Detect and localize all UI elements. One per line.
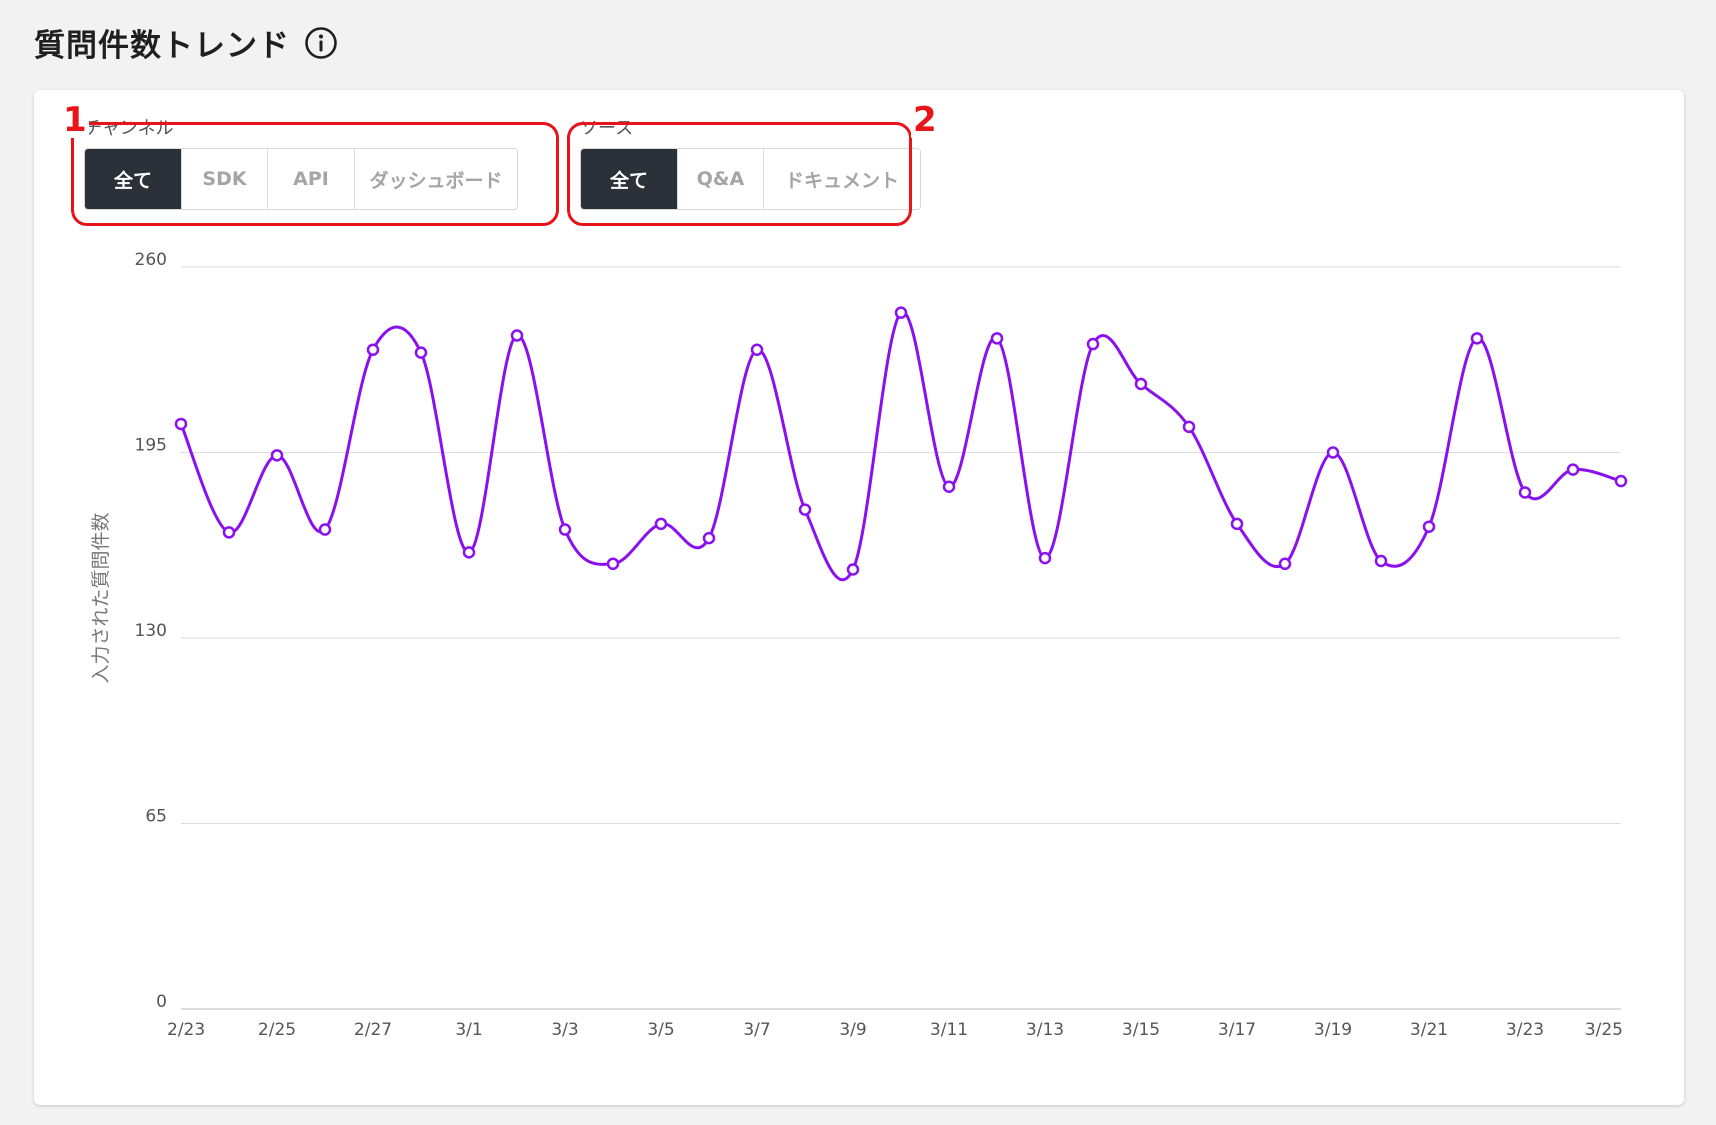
data-point <box>270 449 284 462</box>
x-tick-label: 3/5 <box>647 1020 674 1040</box>
data-point <box>1326 446 1340 459</box>
x-tick-label: 2/25 <box>258 1020 296 1040</box>
data-point <box>990 332 1004 345</box>
data-point <box>846 563 860 576</box>
data-point <box>702 531 716 545</box>
y-tick-label: 65 <box>145 807 167 827</box>
trend-line-chart: 0 65 130 195 260 2/23 2/25 2/27 3/1 3/3 3/5 3/7 3/9 3… <box>90 250 1628 1040</box>
series-line <box>179 310 1622 582</box>
x-tick-label: 3/19 <box>1314 1020 1352 1040</box>
data-point <box>1278 557 1292 571</box>
page-title: 質問件数トレンド <box>34 28 290 64</box>
x-tick-label: 3/13 <box>1026 1020 1064 1040</box>
data-point <box>798 503 812 516</box>
data-point <box>366 343 380 357</box>
x-tick-label: 2/27 <box>354 1020 392 1040</box>
data-point <box>1374 554 1388 568</box>
data-point <box>1182 420 1196 434</box>
data-point <box>942 480 956 493</box>
data-point <box>1086 337 1100 351</box>
data-point <box>1230 517 1244 531</box>
x-tick-label: 3/17 <box>1218 1020 1256 1040</box>
x-tick-label: 3/9 <box>839 1020 866 1040</box>
data-point <box>654 517 668 531</box>
x-tick-label: 3/15 <box>1122 1020 1160 1040</box>
data-point <box>606 557 620 571</box>
data-point <box>174 417 188 431</box>
x-tick-label: 2/23 <box>167 1020 205 1040</box>
data-point <box>462 546 476 559</box>
data-point <box>558 523 572 536</box>
x-tick-label: 3/7 <box>743 1020 770 1040</box>
page-header: 質問件数トレンド <box>34 20 338 65</box>
data-point <box>1422 520 1436 533</box>
x-tick-label: 3/21 <box>1410 1020 1448 1040</box>
data-point <box>1470 332 1484 345</box>
data-point <box>1134 377 1148 391</box>
y-tick-label: 0 <box>156 992 167 1012</box>
data-point <box>1038 551 1052 565</box>
info-circle-icon[interactable] <box>304 26 338 60</box>
data-point <box>750 343 764 357</box>
y-tick-label: 130 <box>135 621 167 641</box>
data-point <box>1614 474 1628 488</box>
data-point <box>894 306 908 319</box>
data-point <box>510 329 524 342</box>
trend-card: チャンネル 全て SDK API ダッシュボード ソース 全て Q&A ドキュメ… <box>34 90 1684 1105</box>
y-tick-label: 260 <box>135 250 167 270</box>
data-point <box>318 523 332 536</box>
x-tick-label: 3/11 <box>930 1020 968 1040</box>
data-point <box>1566 463 1580 476</box>
x-tick-label: 3/3 <box>551 1020 578 1040</box>
y-axis-title: 入力された質問件数 <box>90 512 112 683</box>
y-tick-label: 195 <box>135 436 167 456</box>
x-tick-label: 3/25 <box>1585 1020 1623 1040</box>
data-point <box>1518 486 1532 499</box>
x-tick-label: 3/23 <box>1506 1020 1544 1040</box>
data-point <box>222 526 236 539</box>
x-tick-label: 3/1 <box>455 1020 482 1040</box>
data-point <box>414 346 428 359</box>
